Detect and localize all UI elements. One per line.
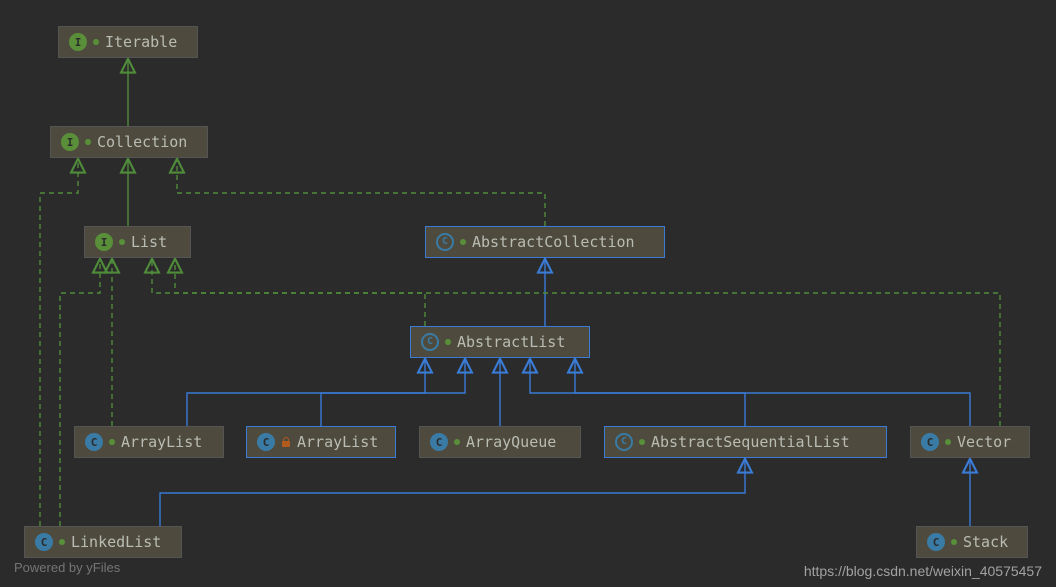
- node-arraylist1[interactable]: C ArrayList: [74, 426, 224, 458]
- powered-by-label: Powered by yFiles: [14, 560, 120, 575]
- node-label: Collection: [97, 133, 187, 151]
- node-label: LinkedList: [71, 533, 161, 551]
- node-iterable[interactable]: I Iterable: [58, 26, 198, 58]
- node-vector[interactable]: C Vector: [910, 426, 1030, 458]
- node-stack[interactable]: C Stack: [916, 526, 1028, 558]
- node-list[interactable]: I List: [84, 226, 191, 258]
- abstract-class-icon: C: [615, 433, 633, 451]
- node-label: AbstractList: [457, 333, 565, 351]
- modifier-icon: [951, 539, 957, 545]
- node-abstractcollection[interactable]: C AbstractCollection: [425, 226, 665, 258]
- node-arraylist2[interactable]: C ArrayList: [246, 426, 396, 458]
- node-label: ArrayQueue: [466, 433, 556, 451]
- node-label: ArrayList: [121, 433, 202, 451]
- modifier-icon: [639, 439, 645, 445]
- abstract-class-icon: C: [436, 233, 454, 251]
- node-label: AbstractSequentialList: [651, 433, 850, 451]
- class-icon: C: [35, 533, 53, 551]
- edge-layer: [0, 0, 1056, 587]
- modifier-icon: [109, 439, 115, 445]
- node-label: AbstractCollection: [472, 233, 635, 251]
- class-icon: C: [921, 433, 939, 451]
- modifier-icon: [119, 239, 125, 245]
- modifier-icon: [454, 439, 460, 445]
- modifier-icon: [59, 539, 65, 545]
- interface-icon: I: [69, 33, 87, 51]
- node-label: ArrayList: [297, 433, 378, 451]
- class-icon: C: [85, 433, 103, 451]
- node-label: Stack: [963, 533, 1008, 551]
- node-abstractsequentiallist[interactable]: C AbstractSequentialList: [604, 426, 887, 458]
- class-icon: C: [430, 433, 448, 451]
- node-linkedlist[interactable]: C LinkedList: [24, 526, 182, 558]
- node-label: Iterable: [105, 33, 177, 51]
- class-icon: C: [927, 533, 945, 551]
- watermark-url: https://blog.csdn.net/weixin_40575457: [804, 563, 1042, 579]
- node-abstractlist[interactable]: C AbstractList: [410, 326, 590, 358]
- interface-icon: I: [95, 233, 113, 251]
- modifier-icon: [945, 439, 951, 445]
- lock-icon: [281, 437, 291, 447]
- class-icon: C: [257, 433, 275, 451]
- node-arrayqueue[interactable]: C ArrayQueue: [419, 426, 581, 458]
- node-label: Vector: [957, 433, 1011, 451]
- abstract-class-icon: C: [421, 333, 439, 351]
- modifier-icon: [445, 339, 451, 345]
- modifier-icon: [460, 239, 466, 245]
- interface-icon: I: [61, 133, 79, 151]
- modifier-icon: [85, 139, 91, 145]
- node-collection[interactable]: I Collection: [50, 126, 208, 158]
- node-label: List: [131, 233, 167, 251]
- modifier-icon: [93, 39, 99, 45]
